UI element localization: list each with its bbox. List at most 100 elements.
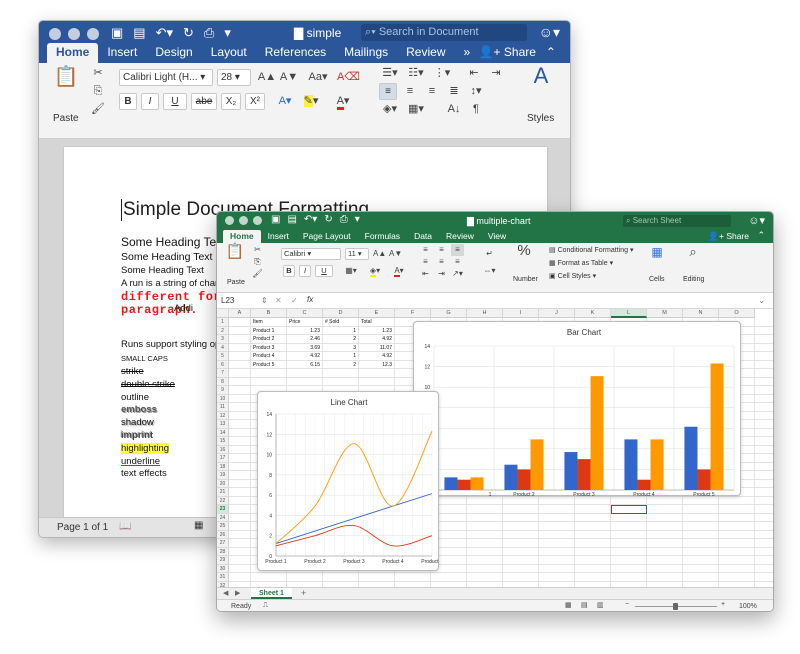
row-header[interactable]: 26 xyxy=(217,530,229,539)
font-name-select[interactable]: Calibri ▾ xyxy=(281,248,341,260)
editing-label[interactable]: Editing xyxy=(683,276,704,283)
column-header[interactable]: L xyxy=(611,309,647,318)
borders-icon[interactable]: ▦▾ xyxy=(405,101,427,118)
minimize-window-button[interactable] xyxy=(239,216,248,225)
minimize-window-button[interactable] xyxy=(68,28,80,40)
format-painter-icon[interactable]: 🖌 xyxy=(251,268,264,280)
worksheet-grid[interactable]: A B C D E F G H I J K L M N O 1 2 3 4 5 6 7 8 9 10 11 12 13 14 15 16 17… xyxy=(217,309,773,587)
bullets-icon[interactable]: ☰▾ xyxy=(379,65,401,82)
zoom-level[interactable]: 100% xyxy=(739,603,757,610)
change-case-icon[interactable]: Aa▾ xyxy=(307,69,329,86)
format-as-table-button[interactable]: ▦ Format as Table ▾ xyxy=(549,259,613,267)
column-header[interactable]: A xyxy=(229,309,251,318)
table-cell[interactable]: 1 xyxy=(323,352,356,360)
italic-button[interactable]: I xyxy=(299,265,311,277)
table-cell[interactable]: 3 xyxy=(323,344,356,352)
shrink-font-icon[interactable]: A▼ xyxy=(279,69,299,86)
shrink-font-icon[interactable]: A▼ xyxy=(389,248,402,260)
column-header[interactable]: I xyxy=(503,309,539,318)
align-left-icon[interactable]: ≡ xyxy=(419,256,432,268)
print-icon[interactable]: ⎙ xyxy=(340,214,348,225)
italic-button[interactable]: I xyxy=(141,93,159,110)
table-cell[interactable]: Product 4 xyxy=(253,352,274,360)
row-header[interactable]: 12 xyxy=(217,411,229,420)
highlight-color-icon[interactable]: ✎▾ xyxy=(301,93,321,110)
undo-icon[interactable]: ↶▾ xyxy=(156,25,173,41)
sort-icon[interactable]: A↓ xyxy=(445,101,463,118)
feedback-smiley-icon[interactable]: ☺▾ xyxy=(748,214,765,227)
collapse-ribbon-icon[interactable]: ⌃ xyxy=(757,230,765,241)
macro-record-icon[interactable]: ⎍ xyxy=(263,602,268,610)
row-header[interactable]: 5 xyxy=(217,352,229,361)
orientation-icon[interactable]: ↗▾ xyxy=(451,268,464,280)
sidebar-icon[interactable]: ▣ xyxy=(111,25,123,41)
table-header-cell[interactable]: Total xyxy=(361,318,372,326)
cancel-entry-icon[interactable]: ✕ xyxy=(275,296,282,305)
expand-formula-icon[interactable]: ⌄ xyxy=(758,296,765,305)
row-header[interactable]: 9 xyxy=(217,386,229,395)
bar-chart[interactable]: Bar Chart14121081Product 2Product 3Produ… xyxy=(413,321,741,497)
table-cell[interactable]: 2 xyxy=(323,335,356,343)
table-cell[interactable]: 1.23 xyxy=(287,327,320,335)
row-header[interactable]: 8 xyxy=(217,377,229,386)
print-layout-icon[interactable]: ▦ xyxy=(194,520,203,531)
show-formatting-icon[interactable]: ¶ xyxy=(467,101,485,118)
table-header-cell[interactable]: Price xyxy=(289,318,300,326)
wrap-text-icon[interactable]: ↵ xyxy=(483,248,496,260)
column-header[interactable]: H xyxy=(467,309,503,318)
merge-center-icon[interactable]: ⇔▾ xyxy=(483,265,496,277)
row-header[interactable]: 18 xyxy=(217,462,229,471)
borders-icon[interactable]: ▦▾ xyxy=(341,265,361,277)
sidebar-icon[interactable]: ▣ xyxy=(271,214,280,225)
align-left-icon[interactable]: ≡ xyxy=(379,83,397,100)
table-cell[interactable]: 4.92 xyxy=(359,352,392,360)
row-header[interactable]: 16 xyxy=(217,445,229,454)
align-right-icon[interactable]: ≡ xyxy=(423,83,441,100)
table-cell[interactable]: Product 2 xyxy=(253,335,274,343)
column-header[interactable]: J xyxy=(539,309,575,318)
confirm-entry-icon[interactable]: ✓ xyxy=(291,296,298,305)
table-cell[interactable]: 6.15 xyxy=(287,361,320,369)
styles-label[interactable]: Styles xyxy=(527,113,554,124)
copy-icon[interactable]: ⎘ xyxy=(89,83,107,100)
align-middle-icon[interactable]: ≡ xyxy=(435,244,448,256)
cells-label[interactable]: Cells xyxy=(649,276,665,283)
zoom-in-button[interactable]: + xyxy=(721,601,725,608)
align-right-icon[interactable]: ≡ xyxy=(451,256,464,268)
text-effects-icon[interactable]: A▾ xyxy=(275,93,295,110)
collapse-ribbon-icon[interactable]: ⌃ xyxy=(539,45,556,59)
table-cell[interactable]: 12.3 xyxy=(359,361,392,369)
row-header[interactable]: 21 xyxy=(217,488,229,497)
redo-icon[interactable]: ↻ xyxy=(183,25,194,41)
conditional-formatting-button[interactable]: ▤ Conditional Formatting ▾ xyxy=(549,246,633,254)
numbering-icon[interactable]: ☷▾ xyxy=(405,65,427,82)
name-box-stepper-icon[interactable]: ⇕ xyxy=(261,296,268,305)
table-cell[interactable]: 2.46 xyxy=(287,335,320,343)
row-header[interactable]: 7 xyxy=(217,369,229,378)
superscript-button[interactable]: X² xyxy=(245,93,265,110)
active-cell-selection[interactable] xyxy=(611,505,647,514)
line-chart[interactable]: Line Chart 0 2 4 6 8 10 12 14 Product 1 Product 2P… xyxy=(257,391,440,571)
row-header[interactable]: 17 xyxy=(217,454,229,463)
table-cell[interactable]: 3.69 xyxy=(287,344,320,352)
subscript-button[interactable]: X₂ xyxy=(221,93,241,110)
zoom-window-button[interactable] xyxy=(253,216,262,225)
row-header[interactable]: 10 xyxy=(217,394,229,403)
increase-indent-icon[interactable]: ⇥ xyxy=(435,268,448,280)
row-header[interactable]: 24 xyxy=(217,513,229,522)
search-sheet-input[interactable]: ⌕ Search Sheet xyxy=(623,215,731,227)
page-count[interactable]: Page 1 of 1 xyxy=(57,522,108,533)
table-header-cell[interactable]: Item xyxy=(253,318,263,326)
column-header[interactable]: E xyxy=(359,309,395,318)
select-all-corner[interactable] xyxy=(217,309,229,318)
underline-button[interactable]: U xyxy=(315,265,333,277)
tab-insert[interactable]: Insert xyxy=(261,230,296,243)
share-button[interactable]: 👤+ Share ⌃ xyxy=(479,45,556,59)
name-box[interactable]: L23 xyxy=(221,296,234,305)
align-top-icon[interactable]: ≡ xyxy=(419,244,432,256)
table-header-cell[interactable]: # Sold xyxy=(325,318,339,326)
row-header[interactable]: 14 xyxy=(217,428,229,437)
row-header[interactable]: 19 xyxy=(217,471,229,480)
shading-icon[interactable]: ◈▾ xyxy=(379,101,401,118)
column-header[interactable]: F xyxy=(395,309,431,318)
